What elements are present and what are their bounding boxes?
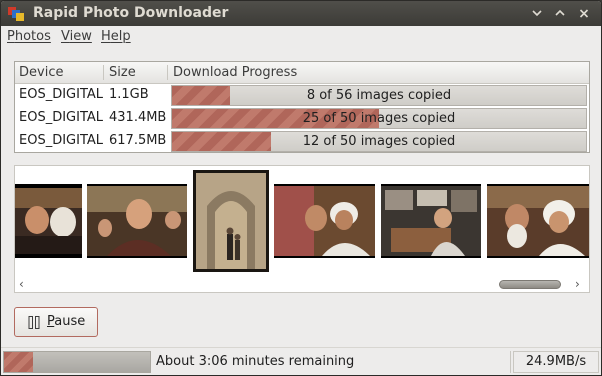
photo-thumbnail[interactable] <box>381 184 481 258</box>
overall-progress-fill <box>4 352 34 372</box>
device-name: EOS_DIGITAL <box>19 87 104 102</box>
column-header-device[interactable]: Device <box>19 65 63 80</box>
download-progress-bar: 12 of 50 images copied <box>171 131 587 152</box>
column-divider <box>103 65 104 80</box>
photo-thumbnail[interactable] <box>487 184 589 258</box>
app-logo-icon <box>7 5 25 22</box>
device-name: EOS_DIGITAL <box>19 110 104 125</box>
progress-text: 25 of 50 images copied <box>302 111 456 126</box>
progress-text: 12 of 50 images copied <box>302 134 456 149</box>
close-icon <box>579 9 589 18</box>
photo-thumbnail-selected[interactable] <box>193 170 269 272</box>
pause-icon <box>28 316 40 329</box>
download-rate: 24.9MB/s <box>513 351 599 373</box>
menu-view-mnemonic: V <box>61 29 70 44</box>
photo-thumbnail[interactable] <box>87 184 187 258</box>
menu-view-rest: iew <box>69 29 92 44</box>
app-window: Rapid Photo Downloader Photos View Help … <box>0 0 602 376</box>
table-row[interactable]: EOS_DIGITAL 617.5MB 12 of 50 images copi… <box>15 130 589 153</box>
window-title: Rapid Photo Downloader <box>33 5 229 21</box>
scrollbar-thumb[interactable] <box>499 280 561 289</box>
photo-thumbnail[interactable] <box>274 184 375 258</box>
table-header: Device Size Download Progress <box>15 62 589 84</box>
menu-view[interactable]: View <box>61 29 92 44</box>
close-button[interactable] <box>575 5 593 22</box>
device-name: EOS_DIGITAL <box>19 133 104 148</box>
title-bar[interactable]: Rapid Photo Downloader <box>1 1 601 26</box>
horizontal-scrollbar[interactable]: ‹ › <box>15 276 589 292</box>
overall-progress-bar <box>3 351 151 373</box>
chevron-left-icon[interactable]: ‹ <box>19 277 24 291</box>
device-size: 617.5MB <box>109 133 167 148</box>
pause-button[interactable]: Pause <box>14 307 98 337</box>
maximize-button[interactable] <box>551 5 569 22</box>
menu-help-rest: elp <box>110 29 131 44</box>
device-size: 1.1GB <box>109 87 149 102</box>
menu-photos[interactable]: Photos <box>7 29 51 44</box>
photo-thumbnail[interactable] <box>15 184 82 258</box>
menu-help-mnemonic: H <box>101 29 111 44</box>
status-divider <box>510 351 511 373</box>
column-header-progress[interactable]: Download Progress <box>173 65 297 80</box>
menu-help[interactable]: Help <box>101 29 131 44</box>
column-divider <box>167 65 168 80</box>
menu-bar: Photos View Help <box>1 26 601 48</box>
chevron-up-icon <box>555 9 565 16</box>
chevron-right-icon[interactable]: › <box>575 277 580 291</box>
table-row[interactable]: EOS_DIGITAL 1.1GB 8 of 56 images copied <box>15 84 589 107</box>
minimize-button[interactable] <box>528 5 546 22</box>
device-table: Device Size Download Progress EOS_DIGITA… <box>14 61 590 153</box>
device-size: 431.4MB <box>109 110 167 125</box>
pause-label: Pause <box>47 314 85 329</box>
thumbnail-strip[interactable]: ‹ › <box>14 165 590 293</box>
column-header-size[interactable]: Size <box>109 65 136 80</box>
download-progress-bar: 25 of 50 images copied <box>171 108 587 129</box>
status-bar: About 3:06 minutes remaining 24.9MB/s <box>1 347 601 375</box>
table-row[interactable]: EOS_DIGITAL 431.4MB 25 of 50 images copi… <box>15 107 589 130</box>
menu-photos-mnemonic: P <box>7 29 15 44</box>
download-progress-bar: 8 of 56 images copied <box>171 85 587 106</box>
time-remaining: About 3:06 minutes remaining <box>156 354 355 369</box>
pause-label-rest: ause <box>54 314 86 329</box>
progress-text: 8 of 56 images copied <box>306 88 452 103</box>
menu-photos-rest: hotos <box>14 29 51 44</box>
chevron-down-icon <box>532 10 542 17</box>
